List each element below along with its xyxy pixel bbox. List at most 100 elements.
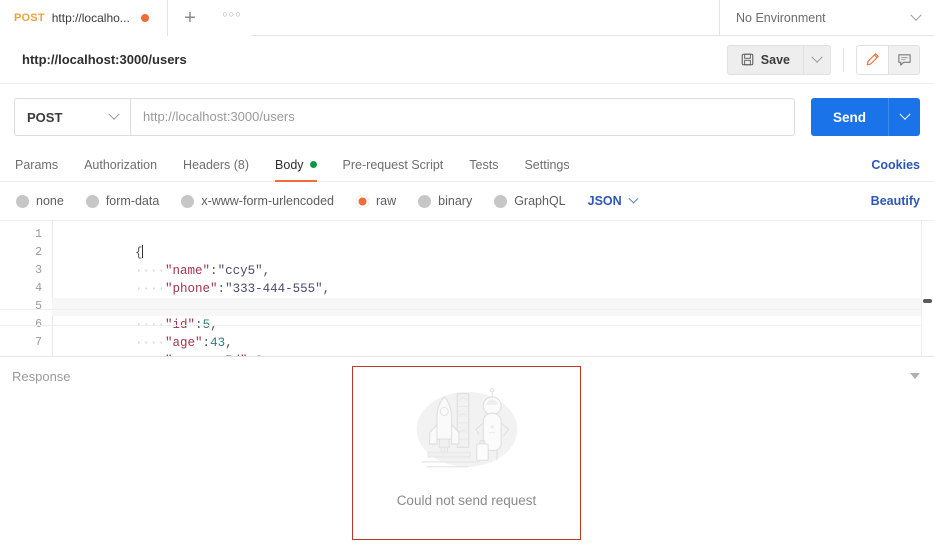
radio-icon <box>418 194 432 208</box>
environment-selected-label: No Environment <box>736 10 826 25</box>
tab-strip: POST http://localho... + ○○○ No Environm… <box>0 0 934 36</box>
url-input[interactable]: http://localhost:3000/users <box>130 98 795 136</box>
tab-pre-request-script[interactable]: Pre-request Script <box>330 148 457 182</box>
line-number: 5 <box>35 300 42 313</box>
pencil-icon <box>866 53 879 66</box>
code-line[interactable]: ····"email":"ccy@mail.com", <box>52 280 934 314</box>
chevron-down-icon <box>108 108 120 120</box>
line-number: 3 <box>35 264 42 277</box>
line-number-gutter: 1 2 3 4 5 6 7 <box>0 221 52 352</box>
save-button[interactable]: Save <box>726 44 803 75</box>
http-method-select[interactable]: POST <box>14 98 130 136</box>
tab-more-options-icon[interactable]: ○○○ <box>212 0 252 36</box>
request-tab[interactable]: POST http://localho... <box>0 0 168 36</box>
code-line[interactable]: { <box>52 226 934 260</box>
request-tab-url: http://localho... <box>51 11 130 25</box>
comments-button[interactable] <box>888 44 920 75</box>
body-format-value: JSON <box>587 194 622 208</box>
postman-window: POST http://localho... + ○○○ No Environm… <box>0 0 934 544</box>
body-radio-none-label: none <box>36 194 64 208</box>
url-bar: POST http://localhost:3000/users Send <box>0 84 934 148</box>
save-options-button[interactable] <box>803 44 831 75</box>
body-radio-raw[interactable]: raw <box>356 194 396 208</box>
body-format-select[interactable]: JSON <box>587 193 639 208</box>
response-section: Response Could not send request <box>0 356 934 544</box>
request-title-bar: http://localhost:3000/users Save <box>0 36 934 84</box>
line-number: 7 <box>35 336 42 349</box>
floppy-disk-icon <box>741 53 754 66</box>
line-number: 2 <box>35 246 42 259</box>
response-empty-state: Could not send request <box>352 366 581 540</box>
tab-pre-request-script-label: Pre-request Script <box>342 157 444 172</box>
code-area[interactable]: 1 2 3 4 5 6 7 { ····"name":"ccy5", ····"… <box>0 221 934 359</box>
body-radio-graphql[interactable]: GraphQL <box>494 194 566 208</box>
line-number: 4 <box>35 282 42 295</box>
tab-headers-label: Headers (8) <box>183 157 250 172</box>
code-line[interactable]: ····"companyId":3 <box>52 334 934 359</box>
body-type-row: none form-data x-www-form-urlencoded raw… <box>0 182 934 220</box>
chevron-down-icon <box>628 193 639 204</box>
body-code-editor[interactable]: 1 2 3 4 5 6 7 { ····"name":"ccy5", ····"… <box>0 220 934 359</box>
beautify-button[interactable]: Beautify <box>871 194 920 208</box>
body-has-content-dot-icon <box>309 161 317 168</box>
chevron-down-icon <box>910 9 922 21</box>
cookies-link[interactable]: Cookies <box>871 158 920 172</box>
editor-rule <box>0 309 921 310</box>
body-radio-none[interactable]: none <box>16 194 64 208</box>
chevron-down-icon <box>811 51 823 63</box>
radio-icon <box>181 194 195 208</box>
edit-request-button[interactable] <box>856 44 888 75</box>
response-empty-message: Could not send request <box>396 493 537 508</box>
body-radio-raw-label: raw <box>376 194 397 208</box>
radio-icon <box>16 194 29 208</box>
save-button-label: Save <box>760 52 790 67</box>
title-bar-actions: Save <box>726 44 920 75</box>
request-tab-method: POST <box>14 12 45 24</box>
tab-authorization[interactable]: Authorization <box>71 148 170 182</box>
send-options-button[interactable] <box>888 98 920 136</box>
chevron-down-icon <box>898 108 911 120</box>
radio-icon <box>85 194 99 208</box>
toolbar-divider <box>843 47 844 72</box>
unsaved-dot-icon <box>140 14 149 22</box>
tab-strip-filler <box>252 0 720 35</box>
tab-body-label: Body <box>275 157 304 172</box>
rocket-and-astronaut-illustration <box>416 388 517 468</box>
body-radio-form-data[interactable]: form-data <box>85 194 160 208</box>
radio-selected-icon <box>356 194 369 208</box>
comment-icon <box>897 54 911 66</box>
body-radio-graphql-label: GraphQL <box>514 194 566 208</box>
editor-vertical-scrollbar[interactable] <box>921 221 934 359</box>
tab-headers[interactable]: Headers (8) <box>170 148 262 182</box>
new-tab-button[interactable]: + <box>168 0 212 36</box>
editor-rule <box>0 325 921 326</box>
request-section-tabs: Params Authorization Headers (8) Body Pr… <box>0 148 934 182</box>
body-radio-urlencoded[interactable]: x-www-form-urlencoded <box>181 194 334 208</box>
tab-settings[interactable]: Settings <box>511 148 582 182</box>
radio-icon <box>494 194 508 208</box>
tab-params-label: Params <box>15 157 59 172</box>
body-radio-binary[interactable]: binary <box>418 194 472 208</box>
tab-settings-label: Settings <box>524 157 570 172</box>
code-lines[interactable]: { ····"name":"ccy5", ····"phone":"333-44… <box>52 221 934 359</box>
scrollbar-thumb[interactable] <box>923 299 932 303</box>
tab-params[interactable]: Params <box>14 148 71 182</box>
body-radio-binary-label: binary <box>438 194 473 208</box>
code-line-active[interactable]: ····"id":5, <box>52 298 934 332</box>
body-radio-urlencoded-label: x-www-form-urlencoded <box>201 194 334 208</box>
send-group: Send <box>810 98 920 136</box>
code-line[interactable]: ····"name":"ccy5", <box>52 244 934 278</box>
response-label: Response <box>12 368 71 384</box>
tab-tests-label: Tests <box>469 157 499 172</box>
triangle-down-icon[interactable] <box>910 373 920 379</box>
tab-tests[interactable]: Tests <box>456 148 511 182</box>
body-radio-form-data-label: form-data <box>105 194 160 208</box>
code-line[interactable]: ····"phone":"333-444-555", <box>52 262 934 296</box>
tab-authorization-label: Authorization <box>84 157 158 172</box>
tab-body[interactable]: Body <box>262 148 330 182</box>
page-title: http://localhost:3000/users <box>22 52 187 67</box>
environment-selector[interactable]: No Environment <box>720 0 934 35</box>
http-method-value: POST <box>27 109 63 125</box>
line-number: 1 <box>35 228 42 241</box>
send-button[interactable]: Send <box>810 98 888 136</box>
